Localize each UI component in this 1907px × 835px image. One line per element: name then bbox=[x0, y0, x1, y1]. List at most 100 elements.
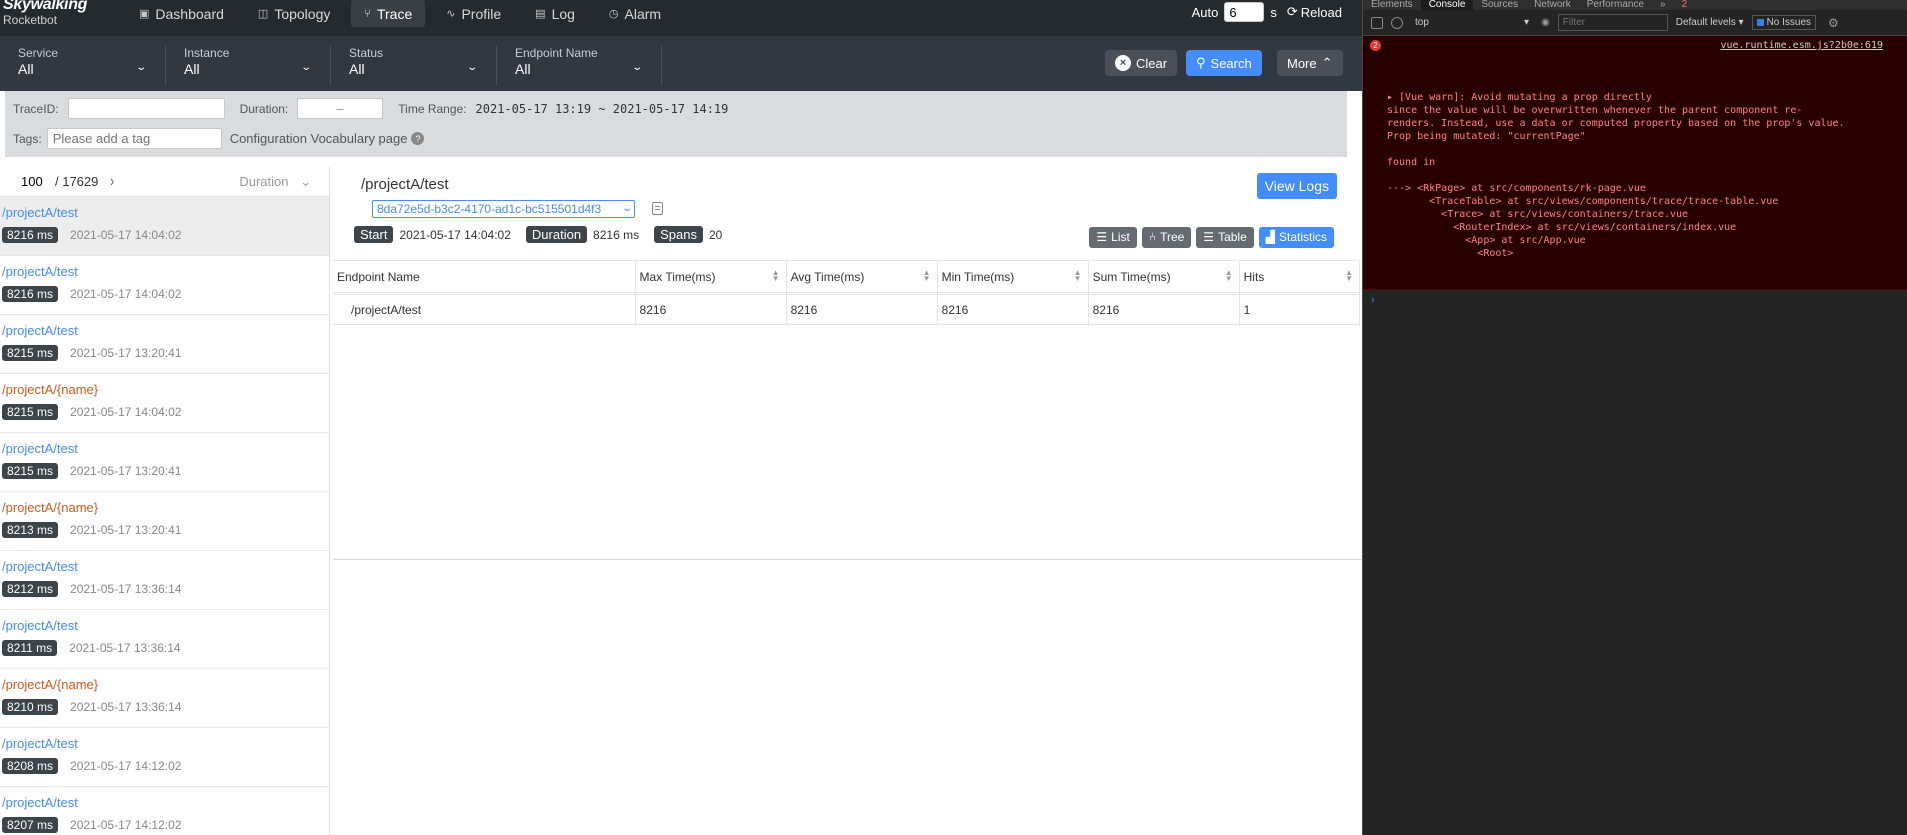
error-source-link[interactable]: vue.runtime.esm.js?2b0e:619 bbox=[1720, 39, 1883, 52]
error-line: since the value will be overwritten when… bbox=[1387, 105, 1803, 116]
trace-endpoint: /projectA/test bbox=[2, 205, 78, 220]
caret-down-icon: ▾ bbox=[1523, 17, 1529, 28]
trace-id-value: 8da72e5d-b3c2-4170-ad1c-bc515501d4f3 bbox=[377, 202, 602, 216]
trace-meta: 8208 ms 2021-05-17 14:12:02 bbox=[2, 758, 329, 774]
context-value: top bbox=[1415, 17, 1429, 28]
error-count-badge[interactable]: 2 bbox=[1674, 0, 1696, 10]
trace-meta: 8212 ms 2021-05-17 13:36:14 bbox=[2, 581, 329, 597]
tab-tree[interactable]: ⑃ Tree bbox=[1141, 227, 1192, 248]
column-header[interactable]: Max Time(ms) ▲ ▼ bbox=[635, 260, 787, 293]
clear-button[interactable]: × Clear bbox=[1105, 50, 1178, 76]
search-button[interactable]: ⚲ Search bbox=[1186, 50, 1262, 76]
trace-time: 2021-05-17 13:36:14 bbox=[69, 641, 181, 655]
next-page-icon[interactable]: › bbox=[110, 173, 114, 190]
list-item[interactable]: /projectA/test 8215 ms 2021-05-17 13:20:41 bbox=[0, 433, 329, 492]
sort-icon[interactable]: ▲ ▼ bbox=[923, 269, 931, 283]
duration-filter-input[interactable] bbox=[297, 98, 384, 119]
nav-item-dashboard[interactable]: ▣ Dashboard bbox=[126, 0, 237, 27]
issues-button[interactable]: No Issues bbox=[1751, 15, 1817, 30]
tags-input[interactable] bbox=[46, 128, 222, 149]
column-header[interactable]: Endpoint Name bbox=[333, 260, 636, 293]
column-header[interactable]: Sum Time(ms) ▲ ▼ bbox=[1088, 260, 1240, 293]
tab-statistics[interactable]: ▟ Statistics bbox=[1258, 227, 1334, 248]
sort-icon[interactable]: ▲ ▼ bbox=[1345, 269, 1353, 283]
nav-item-topology[interactable]: ◫ Topology bbox=[245, 0, 343, 27]
console-filter-input[interactable] bbox=[1557, 14, 1668, 31]
trace-info: Start 2021-05-17 14:04:02 Duration 8216 … bbox=[354, 226, 722, 243]
status-select[interactable]: Status All ⌄ bbox=[331, 46, 497, 86]
nav-item-profile[interactable]: ∿ Profile bbox=[433, 0, 514, 27]
trace-id-select[interactable]: 8da72e5d-b3c2-4170-ad1c-bc515501d4f3 ⌄ bbox=[372, 200, 635, 218]
duration-badge: 8211 ms bbox=[2, 640, 58, 656]
reload-button[interactable]: ⟳ Reload bbox=[1287, 4, 1342, 20]
error-line: ▸ [Vue warn]: Avoid mutating a prop dire… bbox=[1387, 92, 1652, 103]
instance-select[interactable]: Instance All ⌄ bbox=[166, 46, 331, 86]
pager: / 17629 › Duration ⌄ bbox=[0, 167, 329, 197]
nav-label: Topology bbox=[274, 5, 331, 22]
list-item[interactable]: /projectA/test 8208 ms 2021-05-17 14:12:02 bbox=[0, 728, 329, 787]
error-line: Prop being mutated: "currentPage" bbox=[1387, 131, 1586, 142]
pane-divider[interactable] bbox=[333, 559, 1362, 560]
tab-table[interactable]: ☰ Table bbox=[1196, 227, 1254, 248]
view-logs-button[interactable]: View Logs bbox=[1256, 173, 1337, 199]
devtools-tab-sources[interactable]: Sources bbox=[1473, 0, 1526, 10]
trace-endpoint: /projectA/test bbox=[2, 795, 78, 810]
gear-icon[interactable]: ⚙ bbox=[1828, 16, 1839, 30]
list-item[interactable]: /projectA/{name} 8210 ms 2021-05-17 13:36:… bbox=[0, 669, 329, 728]
sort-select[interactable]: Duration ⌄ bbox=[239, 174, 311, 190]
devtools-panel: Elements Console Sources Network Performance… bbox=[1362, 0, 1907, 835]
auto-interval-input[interactable] bbox=[1224, 2, 1265, 22]
time-range-value[interactable]: 2021-05-17 13:19 ~ 2021-05-17 14:19 bbox=[476, 102, 729, 116]
trace-title: /projectA/test bbox=[361, 176, 449, 193]
clear-console-icon[interactable] bbox=[1391, 16, 1403, 29]
page-input[interactable] bbox=[21, 171, 51, 192]
sort-icon[interactable]: ▲ ▼ bbox=[1074, 269, 1082, 283]
devtools-tab-elements[interactable]: Elements bbox=[1363, 0, 1421, 10]
console-prompt[interactable]: › bbox=[1363, 290, 1907, 310]
help-icon[interactable]: ? bbox=[411, 132, 425, 145]
service-select[interactable]: Service All ⌄ bbox=[0, 46, 166, 86]
table-cell: 8216 bbox=[786, 294, 938, 325]
trace-time: 2021-05-17 14:12:02 bbox=[70, 818, 182, 832]
column-header[interactable]: Hits ▲ ▼ bbox=[1239, 260, 1361, 293]
start-badge: Start bbox=[354, 226, 394, 243]
list-item[interactable]: /projectA/{name} 8215 ms 2021-05-17 14:04:… bbox=[0, 374, 329, 433]
table-cell: /projectA/test bbox=[333, 294, 636, 325]
status-label: Status bbox=[349, 46, 384, 60]
error-line: <TraceTable> at src/views/components/tra… bbox=[1387, 196, 1779, 207]
console-error-message: 2 vue.runtime.esm.js?2b0e:619 ▸ [Vue war… bbox=[1363, 36, 1907, 290]
devtools-tab-performance[interactable]: Performance bbox=[1579, 0, 1652, 10]
nav-item-alarm[interactable]: ◷ Alarm bbox=[596, 0, 674, 27]
sidebar-toggle-icon[interactable] bbox=[1371, 16, 1383, 29]
search-label: Search bbox=[1210, 55, 1252, 71]
auto-refresh: Auto s ⟳ Reload bbox=[1192, 2, 1342, 22]
eye-icon[interactable]: ◉ bbox=[1541, 17, 1550, 28]
list-item[interactable]: /projectA/test 8207 ms 2021-05-17 14:12:02 bbox=[0, 787, 329, 835]
list-item[interactable]: /projectA/test 8212 ms 2021-05-17 13:36:14 bbox=[0, 551, 329, 610]
more-tabs-icon[interactable]: » bbox=[1652, 0, 1674, 10]
sort-icon[interactable]: ▲ ▼ bbox=[1225, 269, 1233, 283]
column-header[interactable]: Min Time(ms) ▲ ▼ bbox=[937, 260, 1089, 293]
copy-icon[interactable] bbox=[652, 202, 663, 215]
devtools-tab-console[interactable]: Console bbox=[1420, 0, 1474, 10]
context-select[interactable]: top ▾ bbox=[1415, 17, 1529, 28]
nav-item-trace[interactable]: ⑂ Trace bbox=[351, 0, 426, 27]
devtools-tab-network[interactable]: Network bbox=[1526, 0, 1579, 10]
endpoint-name-select[interactable]: Endpoint Name All ⌄ bbox=[497, 46, 662, 86]
more-button[interactable]: More ⌃ bbox=[1277, 50, 1343, 76]
tab-list[interactable]: ☰ List bbox=[1089, 227, 1137, 248]
list-item[interactable]: /projectA/test 8216 ms 2021-05-17 14:04:02 bbox=[0, 256, 329, 315]
log-levels-select[interactable]: Default levels ▾ bbox=[1676, 17, 1744, 28]
traceid-input[interactable] bbox=[67, 98, 225, 119]
list-item[interactable]: /projectA/test 8215 ms 2021-05-17 13:20:41 bbox=[0, 315, 329, 374]
list-item[interactable]: /projectA/{name} 8213 ms 2021-05-17 13:20:… bbox=[0, 492, 329, 551]
list-item[interactable]: /projectA/test 8216 ms 2021-05-17 14:04:02 bbox=[0, 197, 329, 256]
vocabulary-link[interactable]: Configuration Vocabulary page bbox=[230, 131, 408, 146]
list-item[interactable]: /projectA/test 8211 ms 2021-05-17 13:36:14 bbox=[0, 610, 329, 669]
alarm-icon: ◷ bbox=[608, 8, 619, 20]
column-header[interactable]: Avg Time(ms) ▲ ▼ bbox=[786, 260, 938, 293]
nav-item-log[interactable]: ▤ Log bbox=[522, 0, 588, 27]
trace-endpoint: /projectA/test bbox=[2, 264, 78, 279]
chevron-down-icon: ⌄ bbox=[300, 173, 311, 189]
sort-icon[interactable]: ▲ ▼ bbox=[772, 269, 780, 283]
